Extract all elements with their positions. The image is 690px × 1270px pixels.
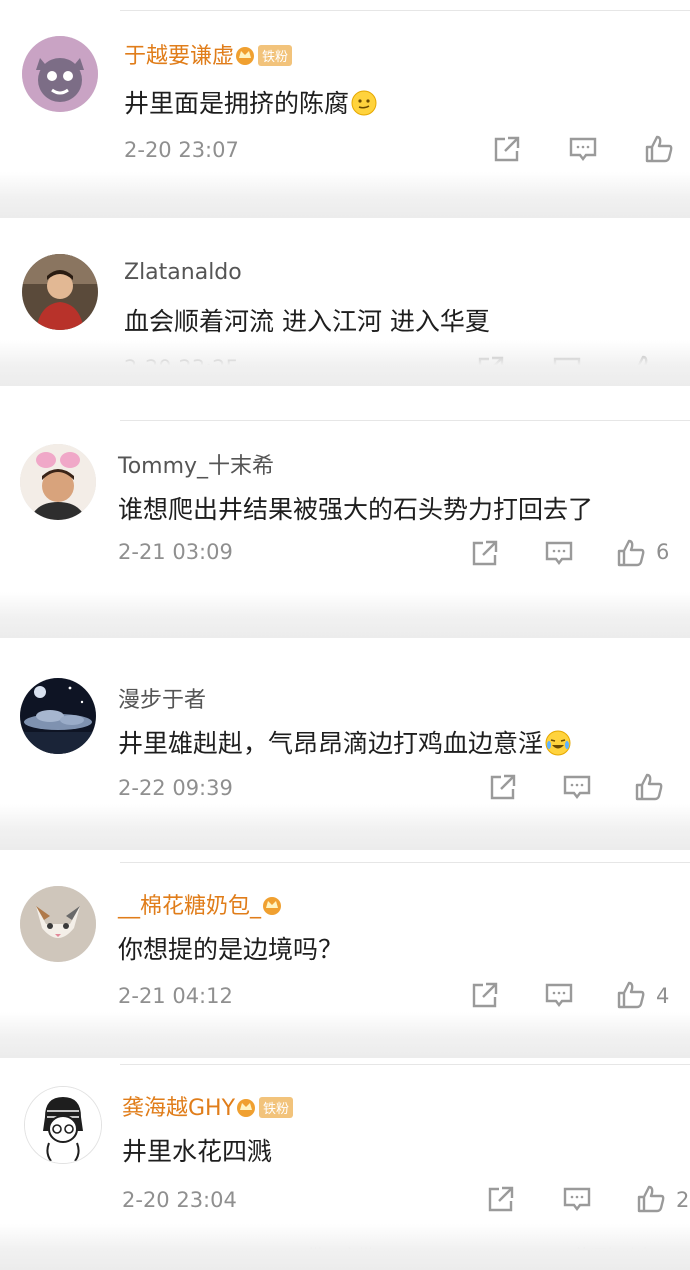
share-icon[interactable] (470, 980, 500, 1010)
divider (120, 10, 690, 11)
like-icon[interactable] (634, 772, 664, 802)
share-icon[interactable] (470, 538, 500, 568)
comment-item: 龚海越GHY 铁粉 井里水花四溅 2-20 23:04 2 @带吧官微 @蒔遷知真… (0, 1064, 690, 1270)
avatar[interactable] (20, 444, 96, 520)
comment-time: 2-20 23:04 (122, 1188, 237, 1212)
divider (120, 420, 690, 421)
share-icon[interactable] (486, 1184, 516, 1214)
smile-emoji-icon (351, 90, 377, 116)
fan-badge: 铁粉 (258, 44, 293, 66)
comment-icon[interactable] (552, 354, 582, 384)
watermark-left: @带吧官微 (290, 1247, 375, 1267)
comment-time: 2-20 23:25 (124, 356, 239, 380)
comment-text: 井里面是拥挤的陈腐 (124, 84, 377, 120)
username[interactable]: 漫步于者 (118, 682, 206, 714)
username-text: __棉花糖奶包_ (118, 894, 262, 919)
avatar[interactable] (22, 36, 98, 112)
comment-item: Tommy_十末希 谁想爬出井结果被强大的石头势力打回去了 2-21 03:09… (0, 420, 690, 638)
comment-text-value: 井里雄赳赳，气昂昂滴边打鸡血边意淫 (118, 729, 544, 758)
comment-text: 你想提的是边境吗？ (118, 935, 344, 964)
comment-time: 2-21 04:12 (118, 984, 233, 1008)
comment-icon[interactable] (544, 538, 574, 568)
comment-time: 2-21 03:09 (118, 540, 233, 564)
username[interactable]: 于越要谦虚 铁粉 (124, 38, 293, 70)
comment-icon[interactable] (562, 1184, 592, 1214)
like-icon[interactable] (616, 538, 646, 568)
comment-item: 漫步于者 井里雄赳赳，气昂昂滴边打鸡血边意淫 2-22 09:39 (0, 654, 690, 850)
like-icon[interactable] (636, 1184, 666, 1214)
avatar[interactable] (20, 886, 96, 962)
comment-item: 于越要谦虚 铁粉 井里面是拥挤的陈腐 2-20 23:07 (0, 0, 690, 218)
comment-text: 血会顺着河流 进入江河 进入华夏 (124, 307, 490, 336)
like-count: 4 (656, 984, 670, 1008)
username[interactable]: Tommy_十末希 (118, 448, 274, 480)
username[interactable]: __棉花糖奶包_ (118, 888, 283, 920)
comment-text: 谁想爬出井结果被强大的石头势力打回去了 (118, 495, 594, 524)
like-icon[interactable] (630, 354, 660, 384)
avatar[interactable] (20, 678, 96, 754)
divider (120, 1064, 690, 1065)
avatar[interactable] (24, 1086, 102, 1164)
like-icon[interactable] (644, 134, 674, 164)
comment-time: 2-20 23:07 (124, 138, 239, 162)
like-icon[interactable] (616, 980, 646, 1010)
comment-item: __棉花糖奶包_ 你想提的是边境吗？ 2-21 04:12 4 (0, 862, 690, 1058)
comment-icon[interactable] (544, 980, 574, 1010)
share-icon[interactable] (492, 134, 522, 164)
comment-item: Zlatanaldo 血会顺着河流 进入江河 进入华夏 2-20 23:25 (0, 228, 690, 386)
watermark-right: @蒔遷知真相 (556, 1247, 658, 1267)
username-text: 龚海越GHY (122, 1096, 236, 1121)
comment-time: 2-22 09:39 (118, 776, 233, 800)
share-icon[interactable] (476, 354, 506, 384)
comment-text: 井里水花四溅 (122, 1137, 273, 1166)
share-icon[interactable] (488, 772, 518, 802)
comment-icon[interactable] (562, 772, 592, 802)
username-text: 于越要谦虚 (124, 44, 235, 69)
comment-icon[interactable] (568, 134, 598, 164)
like-count: 2 (676, 1188, 690, 1212)
comment-text: 井里雄赳赳，气昂昂滴边打鸡血边意淫 (118, 724, 571, 760)
username[interactable]: 龚海越GHY 铁粉 (122, 1090, 294, 1122)
divider (120, 862, 690, 863)
fan-badge: 铁粉 (259, 1096, 294, 1118)
crown-icon (234, 45, 256, 65)
laugh-cry-emoji-icon (545, 730, 571, 756)
comment-text-value: 井里面是拥挤的陈腐 (124, 89, 350, 118)
avatar[interactable] (22, 254, 98, 330)
like-count: 6 (656, 540, 670, 564)
crown-icon (261, 895, 283, 915)
crown-icon (235, 1097, 257, 1117)
username[interactable]: Zlatanaldo (124, 260, 242, 285)
